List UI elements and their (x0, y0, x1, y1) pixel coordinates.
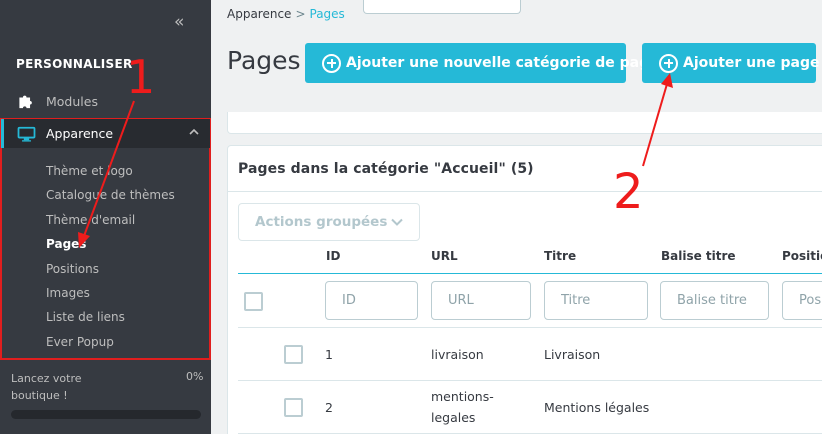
chevron-down-icon (391, 218, 403, 226)
sidebar-subitem-theme-logo[interactable]: Thème et logo (46, 164, 133, 178)
pages-panel: Pages dans la catégorie "Accueil" (5) Ac… (227, 145, 822, 434)
sidebar: « PERSONNALISER Modules Apparence Thème … (0, 0, 211, 434)
breadcrumb-separator: > (295, 7, 306, 21)
sidebar-item-apparence[interactable]: Apparence (1, 119, 210, 148)
sidebar-subitem-ever-popup[interactable]: Ever Popup (46, 335, 114, 349)
collapse-sidebar-button[interactable]: « (174, 12, 185, 32)
cell-title: Livraison (544, 347, 601, 362)
column-header-position[interactable]: Position (782, 249, 822, 263)
row-divider (238, 327, 822, 328)
annotation-number-1: 1 (126, 50, 156, 104)
row-checkbox[interactable] (284, 398, 303, 417)
column-header-meta-title[interactable]: Balise titre (661, 249, 736, 263)
sidebar-subitem-theme-email[interactable]: Thème d'email (46, 213, 135, 227)
sidebar-subitem-positions[interactable]: Positions (46, 262, 99, 276)
page-title: Pages (227, 46, 301, 75)
cell-url: mentions- legales (431, 389, 494, 425)
header-panel-fragment (363, 0, 521, 14)
sidebar-subitem-catalogue-themes[interactable]: Catalogue de thèmes (46, 188, 175, 202)
bulk-actions-label: Actions groupées (255, 214, 388, 230)
annotation-number-2: 2 (613, 164, 644, 220)
cell-id: 2 (325, 400, 333, 415)
button-label: Ajouter une nouvelle catégorie de page (346, 55, 659, 71)
cell-url: livraison (431, 347, 484, 362)
section-title-personnaliser: PERSONNALISER (16, 57, 133, 71)
plus-circle-icon (322, 53, 341, 73)
breadcrumb: Apparence > Pages (227, 7, 345, 21)
add-page-category-button[interactable]: Ajouter une nouvelle catégorie de page (305, 43, 659, 83)
row-checkbox[interactable] (284, 345, 303, 364)
sidebar-item-label: Apparence (46, 126, 114, 141)
sidebar-subitem-liste-liens[interactable]: Liste de liens (46, 310, 125, 324)
row-divider (238, 380, 822, 381)
filter-position-input[interactable] (782, 281, 822, 320)
button-label: Ajouter une page (683, 55, 820, 71)
filter-title-input[interactable] (544, 281, 648, 320)
bulk-actions-dropdown[interactable]: Actions groupées (238, 203, 420, 241)
filter-url-input[interactable] (431, 281, 531, 320)
launch-progress-bar (11, 410, 201, 419)
add-page-button[interactable]: Ajouter une page (642, 43, 820, 83)
launch-progress-percent: 0% (186, 370, 204, 383)
cell-id: 1 (325, 347, 333, 362)
panel-header: Pages dans la catégorie "Accueil" (5) (228, 146, 822, 192)
sidebar-item-label: Modules (46, 93, 98, 109)
breadcrumb-parent[interactable]: Apparence (227, 7, 291, 21)
sidebar-subitem-pages[interactable]: Pages (46, 237, 86, 251)
main-content: Apparence > Pages Pages Ajouter une nouvel… (211, 0, 822, 434)
category-panel-bottom (227, 112, 822, 134)
sidebar-item-modules[interactable]: Modules (0, 87, 211, 115)
sidebar-subitem-images[interactable]: Images (46, 286, 90, 300)
select-all-checkbox[interactable] (244, 292, 263, 311)
launch-shop-label: Lancez votre boutique ! (11, 372, 82, 402)
filter-id-input[interactable] (325, 281, 418, 320)
panel-title: Pages dans la catégorie "Accueil" (5) (238, 161, 534, 177)
plus-circle-icon (659, 53, 678, 73)
chevron-up-icon (189, 128, 199, 135)
column-header-url[interactable]: URL (431, 249, 458, 263)
monitor-icon (17, 126, 36, 142)
puzzle-icon (19, 95, 32, 109)
breadcrumb-current[interactable]: Pages (310, 7, 345, 21)
cell-title: Mentions légales (544, 400, 650, 415)
table-header-divider (238, 273, 822, 274)
column-header-title[interactable]: Titre (544, 249, 576, 263)
column-header-id[interactable]: ID (326, 249, 340, 263)
filter-meta-title-input[interactable] (660, 281, 769, 320)
